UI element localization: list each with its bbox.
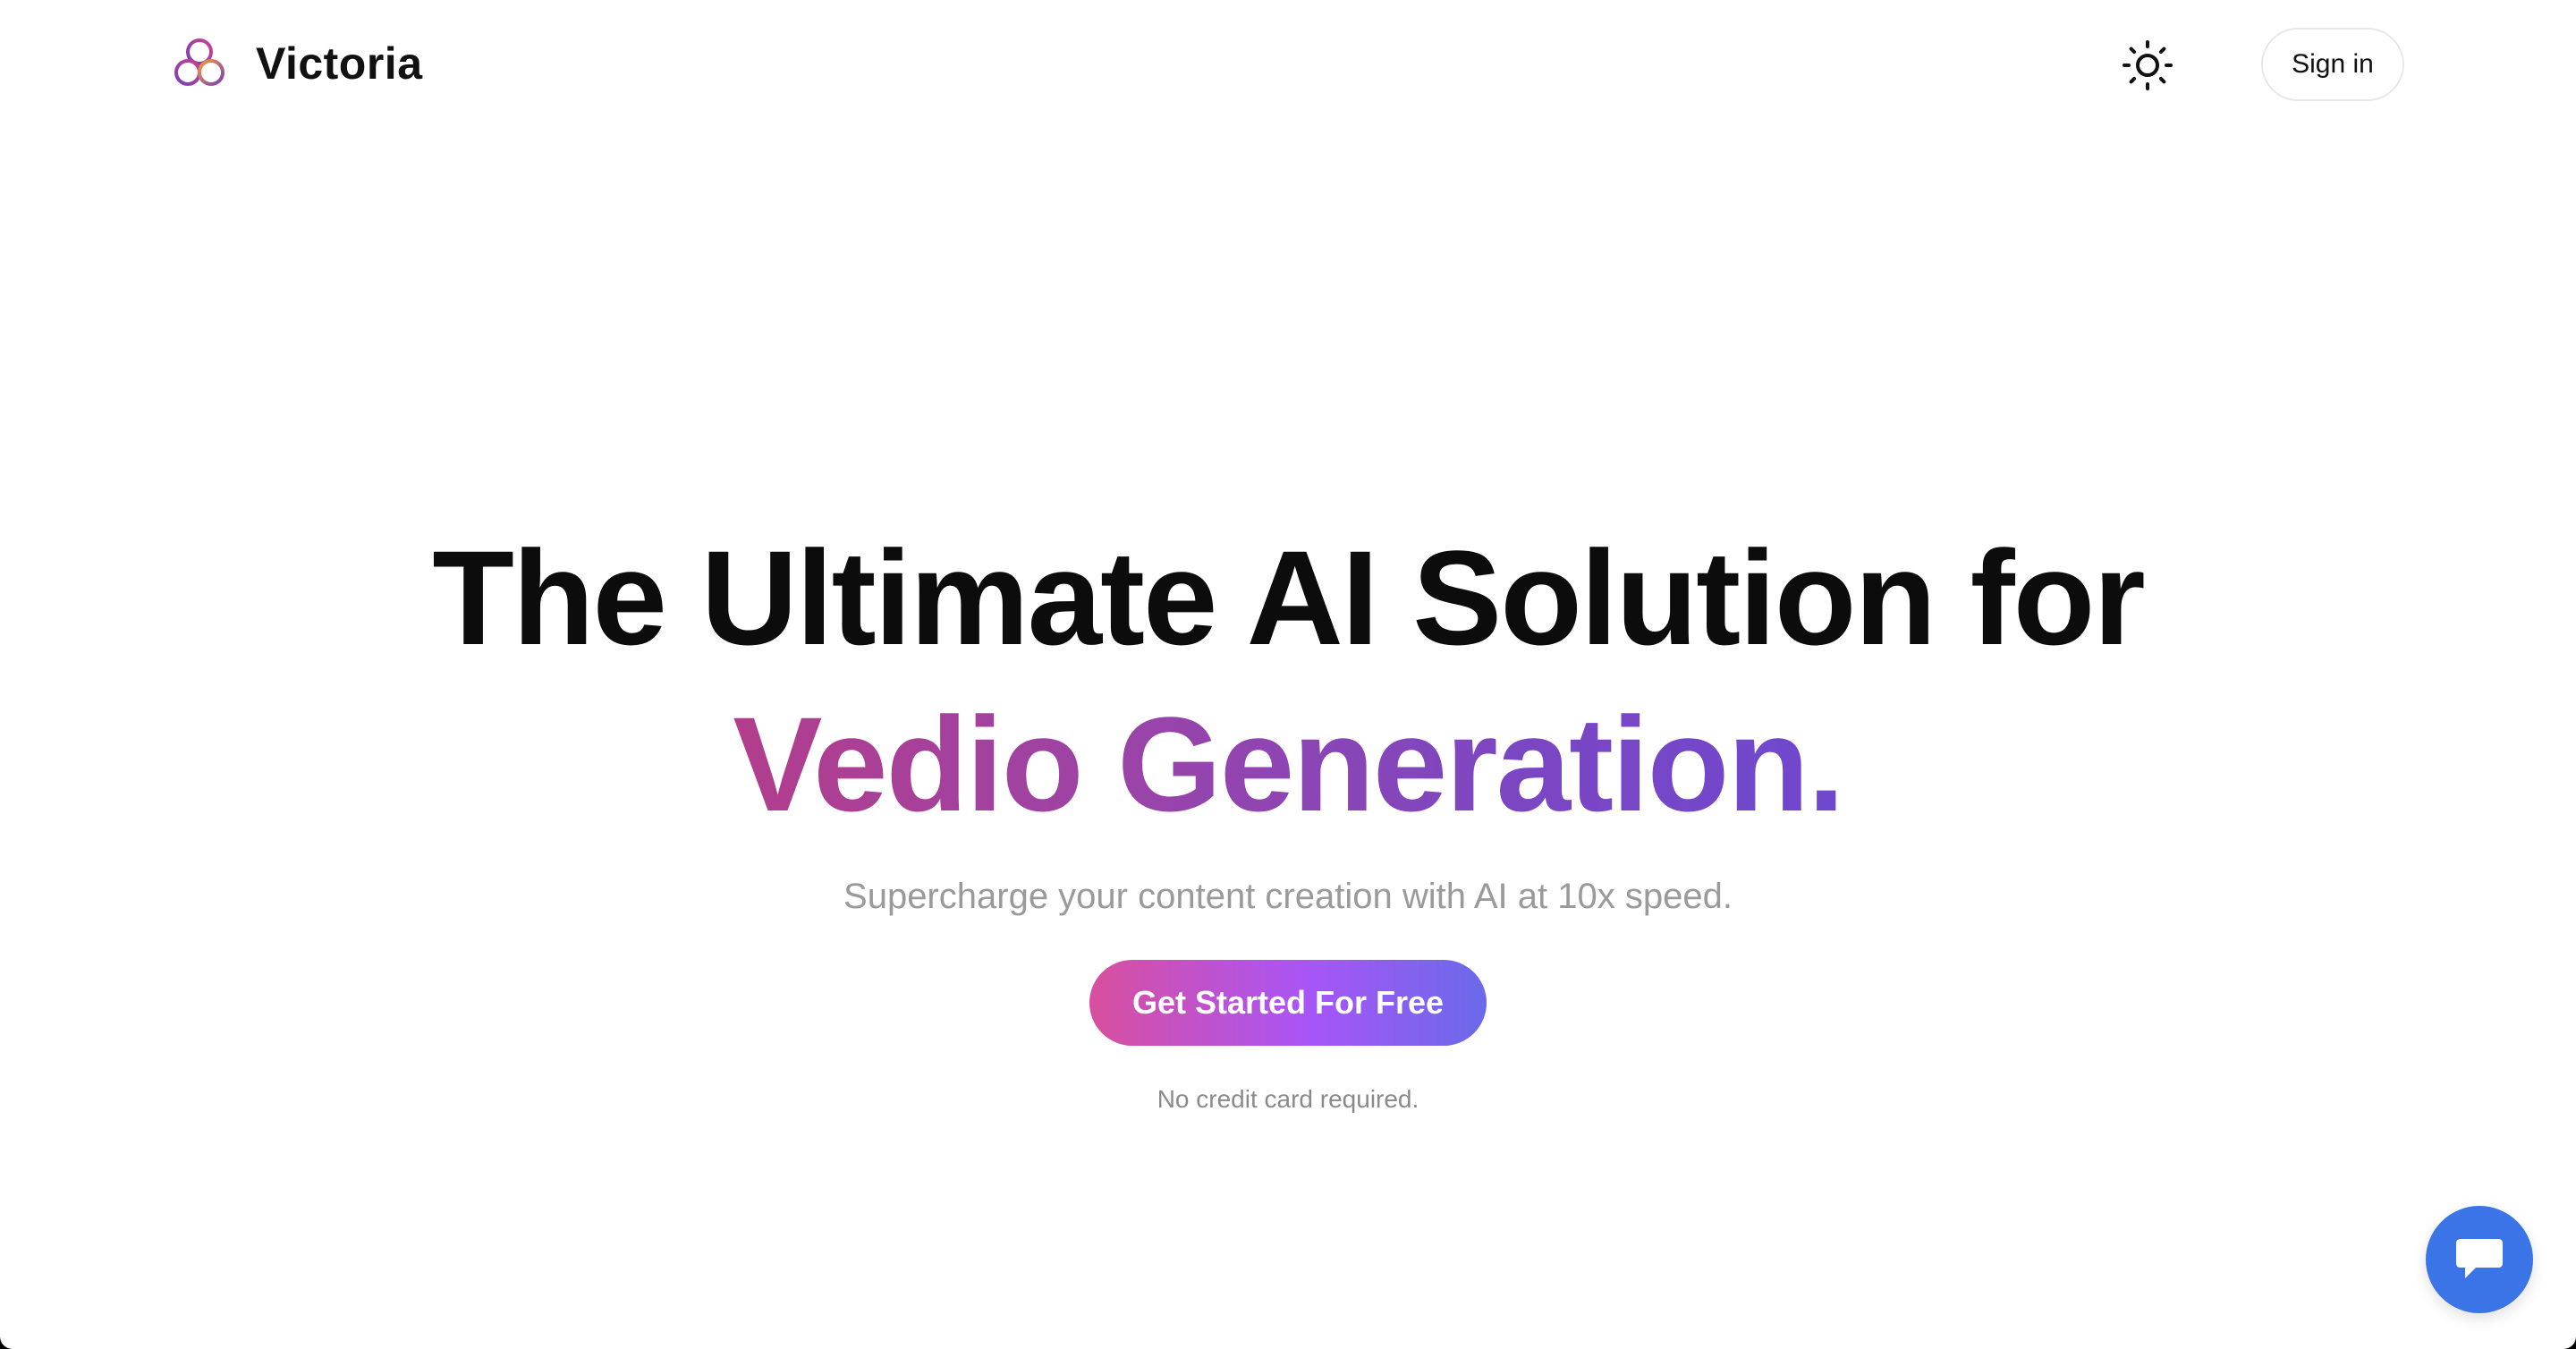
- hero-title-highlight: Vedio Generation.: [733, 685, 1844, 843]
- theme-toggle-button[interactable]: [2118, 36, 2177, 95]
- sun-icon: [2123, 40, 2173, 90]
- top-nav: Victoria Sign in: [0, 0, 2576, 134]
- brand-name: Victoria: [256, 38, 423, 89]
- chat-button[interactable]: [2426, 1206, 2533, 1313]
- triple-ring-logo-icon: [174, 38, 225, 86]
- no-credit-card-note: No credit card required.: [1157, 1085, 1419, 1113]
- hero-section: The Ultimate AI Solution for Vedio Gener…: [0, 519, 2576, 1114]
- hero-title: The Ultimate AI Solution for: [432, 522, 2145, 673]
- sign-in-button[interactable]: Sign in: [2261, 28, 2404, 101]
- chat-bubble-icon: [2456, 1239, 2503, 1278]
- brand[interactable]: Victoria: [170, 34, 423, 93]
- hero-subtitle: Supercharge your content creation with A…: [843, 877, 1733, 916]
- landing-page: Victoria Sign in The Ultimate AI Solutio…: [0, 0, 2576, 1349]
- get-started-button[interactable]: Get Started For Free: [1089, 960, 1487, 1046]
